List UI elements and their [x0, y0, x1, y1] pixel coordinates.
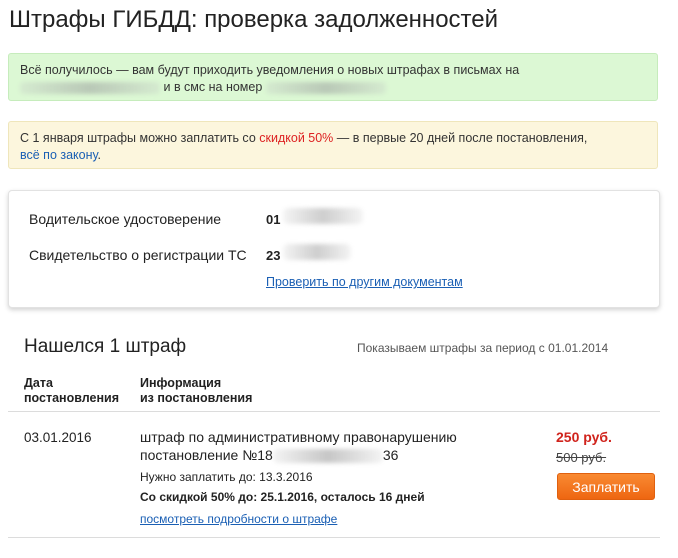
documents-card: Водительское удостоверение 01 Свидетельс…: [8, 190, 660, 308]
pay-until: Нужно заплатить до: 13.3.2016: [140, 470, 313, 484]
fine-description-line2: постановление №18 36: [140, 446, 520, 464]
table-header-divider: [8, 411, 660, 412]
fine-resolution-redacted: [272, 449, 383, 464]
column-header-date: Дата постановления: [24, 376, 119, 406]
column-header-date-line1: Дата: [24, 376, 53, 390]
driver-license-value: 01: [266, 212, 281, 227]
results-period: Показываем штрафы за период с 01.01.2014: [357, 341, 609, 355]
discount-notice-text-before: С 1 января штрафы можно заплатить со: [20, 131, 260, 145]
page-title: Штрафы ГИБДД: проверка задолженностей: [9, 6, 499, 33]
driver-license-redacted: [283, 208, 363, 224]
success-notice: Всё получилось — вам будут приходить уве…: [8, 53, 658, 101]
fine-description-line1: штраф по административному правонарушени…: [140, 429, 457, 445]
vehicle-registration-value: 23: [266, 248, 281, 263]
column-header-date-line2: постановления: [24, 391, 120, 405]
fine-date: 03.01.2016: [24, 430, 92, 445]
success-notice-line2-row: и в смс на номер: [20, 79, 646, 96]
fine-resolution-prefix: постановление №18: [140, 447, 273, 463]
column-header-info-line1: Информация: [140, 376, 222, 390]
success-notice-line2: и в смс на номер: [163, 80, 263, 94]
column-header-info-line2: из постановления: [140, 391, 253, 405]
discounted-price: 250 руб.: [556, 429, 612, 445]
discount-notice-text-after: — в первые 20 дней после постановления,: [333, 131, 588, 145]
discount-highlight: скидкой 50%: [259, 131, 334, 145]
vehicle-registration-redacted: [283, 244, 351, 260]
table-bottom-divider: [8, 537, 660, 538]
redacted-phone: [265, 81, 386, 94]
results-title: Нашелся 1 штраф: [24, 336, 187, 357]
vehicle-registration-label: Свидетельство о регистрации ТС: [29, 247, 247, 263]
check-other-documents-link[interactable]: Проверить по другим документам: [266, 275, 463, 289]
column-header-info: Информация из постановления: [140, 376, 252, 406]
fine-description: штраф по административному правонарушени…: [140, 428, 520, 464]
redacted-email: [20, 81, 160, 94]
pay-button[interactable]: Заплатить: [557, 473, 655, 500]
law-link[interactable]: всё по закону: [20, 148, 98, 162]
fine-details-link[interactable]: посмотреть подробности о штрафе: [140, 512, 337, 526]
discount-until: Со скидкой 50% до: 25.1.2016, осталось 1…: [140, 490, 425, 504]
fine-resolution-suffix: 36: [382, 447, 399, 463]
discount-notice: С 1 января штрафы можно заплатить со ски…: [8, 121, 658, 169]
law-link-suffix: .: [97, 148, 101, 162]
success-notice-line1: Всё получилось — вам будут приходить уве…: [20, 63, 520, 77]
original-price: 500 руб.: [556, 450, 607, 465]
driver-license-label: Водительское удостоверение: [29, 211, 222, 227]
